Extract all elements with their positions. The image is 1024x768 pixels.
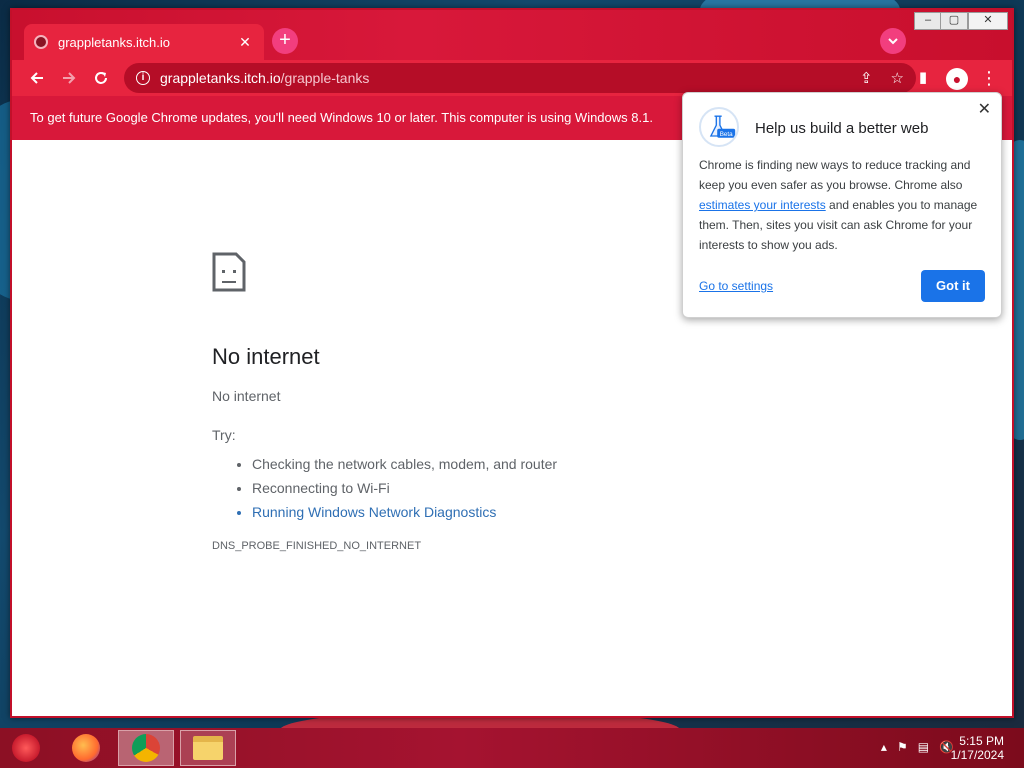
taskbar-chrome[interactable]	[118, 730, 174, 766]
taskbar-file-explorer[interactable]	[180, 730, 236, 766]
title-bar: grappletanks.itch.io ✕ + – ▢ ✕	[12, 10, 1012, 60]
forward-button[interactable]	[56, 65, 82, 91]
beta-flask-icon: Beta	[699, 107, 739, 147]
new-tab-button[interactable]: +	[272, 28, 298, 54]
omnibox-actions: ⇪ ☆	[860, 69, 904, 87]
tray-chevron-up-icon[interactable]: ▴	[881, 740, 887, 754]
bubble-title: Help us build a better web	[755, 120, 929, 137]
url-path: /grapple-tanks	[280, 70, 370, 86]
taskbar-clock[interactable]: 5:15 PM 1/17/2024	[951, 734, 1004, 762]
error-subtitle: No internet	[212, 388, 281, 404]
arrow-left-icon	[30, 72, 43, 84]
taskbar: ▴ ⚑ ▤ 🔇 5:15 PM 1/17/2024	[0, 728, 1024, 768]
side-panel-icon: ▮	[918, 69, 928, 86]
clock-date: 1/17/2024	[950, 748, 1004, 762]
site-favicon-icon	[34, 35, 48, 49]
tab-close-icon[interactable]: ✕	[236, 34, 254, 51]
error-title: No internet	[212, 344, 320, 369]
chrome-menu-button[interactable]: ⋮	[976, 65, 1002, 91]
avatar-icon: ●	[946, 68, 968, 90]
try-label: Try:	[212, 427, 236, 443]
site-info-icon[interactable]: i	[136, 71, 150, 85]
bookmark-star-icon[interactable]: ☆	[891, 69, 904, 87]
sad-document-icon	[212, 252, 246, 292]
tab-title: grappletanks.itch.io	[58, 34, 171, 50]
estimates-interests-link[interactable]: estimates your interests	[699, 198, 826, 212]
suggestion-item: Checking the network cables, modem, and …	[252, 452, 557, 476]
back-button[interactable]	[24, 65, 50, 91]
minimize-button[interactable]: –	[914, 12, 942, 30]
browser-window: grappletanks.itch.io ✕ + – ▢ ✕ i grapple…	[10, 8, 1014, 718]
chevron-down-icon	[888, 38, 898, 45]
browser-toolbar: i grappletanks.itch.io /grapple-tanks ⇪ …	[12, 60, 1012, 96]
folder-icon	[193, 736, 223, 760]
clock-time: 5:15 PM	[959, 734, 1004, 748]
suggestion-item: Reconnecting to Wi-Fi	[252, 476, 557, 500]
start-orb-icon	[12, 734, 40, 762]
window-close-button[interactable]: ✕	[968, 12, 1008, 30]
taskbar-firefox[interactable]	[58, 730, 114, 766]
error-code: DNS_PROBE_FINISHED_NO_INTERNET	[212, 540, 422, 552]
profile-button[interactable]: ●	[944, 65, 970, 91]
network-diagnostics-link[interactable]: Running Windows Network Diagnostics	[252, 500, 557, 524]
beta-badge: Beta	[720, 131, 733, 138]
address-bar[interactable]: i grappletanks.itch.io /grapple-tanks ⇪ …	[124, 63, 916, 93]
kebab-menu-icon: ⋮	[980, 68, 998, 88]
go-to-settings-link[interactable]: Go to settings	[699, 279, 773, 293]
got-it-button[interactable]: Got it	[921, 270, 985, 302]
system-tray: ▴ ⚑ ▤ 🔇	[881, 740, 954, 754]
tab-grappletanks[interactable]: grappletanks.itch.io ✕	[24, 24, 264, 60]
chrome-icon	[132, 734, 160, 762]
network-icon[interactable]: ▤	[918, 740, 929, 754]
bubble-body-text: Chrome is finding new ways to reduce tra…	[699, 158, 971, 192]
reload-button[interactable]	[88, 65, 114, 91]
firefox-icon	[72, 734, 100, 762]
url-host: grappletanks.itch.io	[160, 70, 281, 86]
maximize-button[interactable]: ▢	[940, 12, 968, 30]
tab-search-button[interactable]	[880, 28, 906, 54]
reload-icon	[95, 72, 107, 84]
privacy-sandbox-bubble: Beta Help us build a better web ✕ Chrome…	[682, 92, 1002, 318]
start-button[interactable]	[6, 730, 46, 766]
side-panel-button[interactable]: ▮	[910, 65, 936, 91]
arrow-right-icon	[63, 72, 76, 84]
bubble-close-icon[interactable]: ✕	[978, 99, 991, 119]
bubble-body: Chrome is finding new ways to reduce tra…	[699, 155, 989, 255]
suggestion-list: Checking the network cables, modem, and …	[252, 452, 557, 524]
share-icon[interactable]: ⇪	[860, 69, 873, 87]
action-center-flag-icon[interactable]: ⚑	[897, 740, 908, 754]
